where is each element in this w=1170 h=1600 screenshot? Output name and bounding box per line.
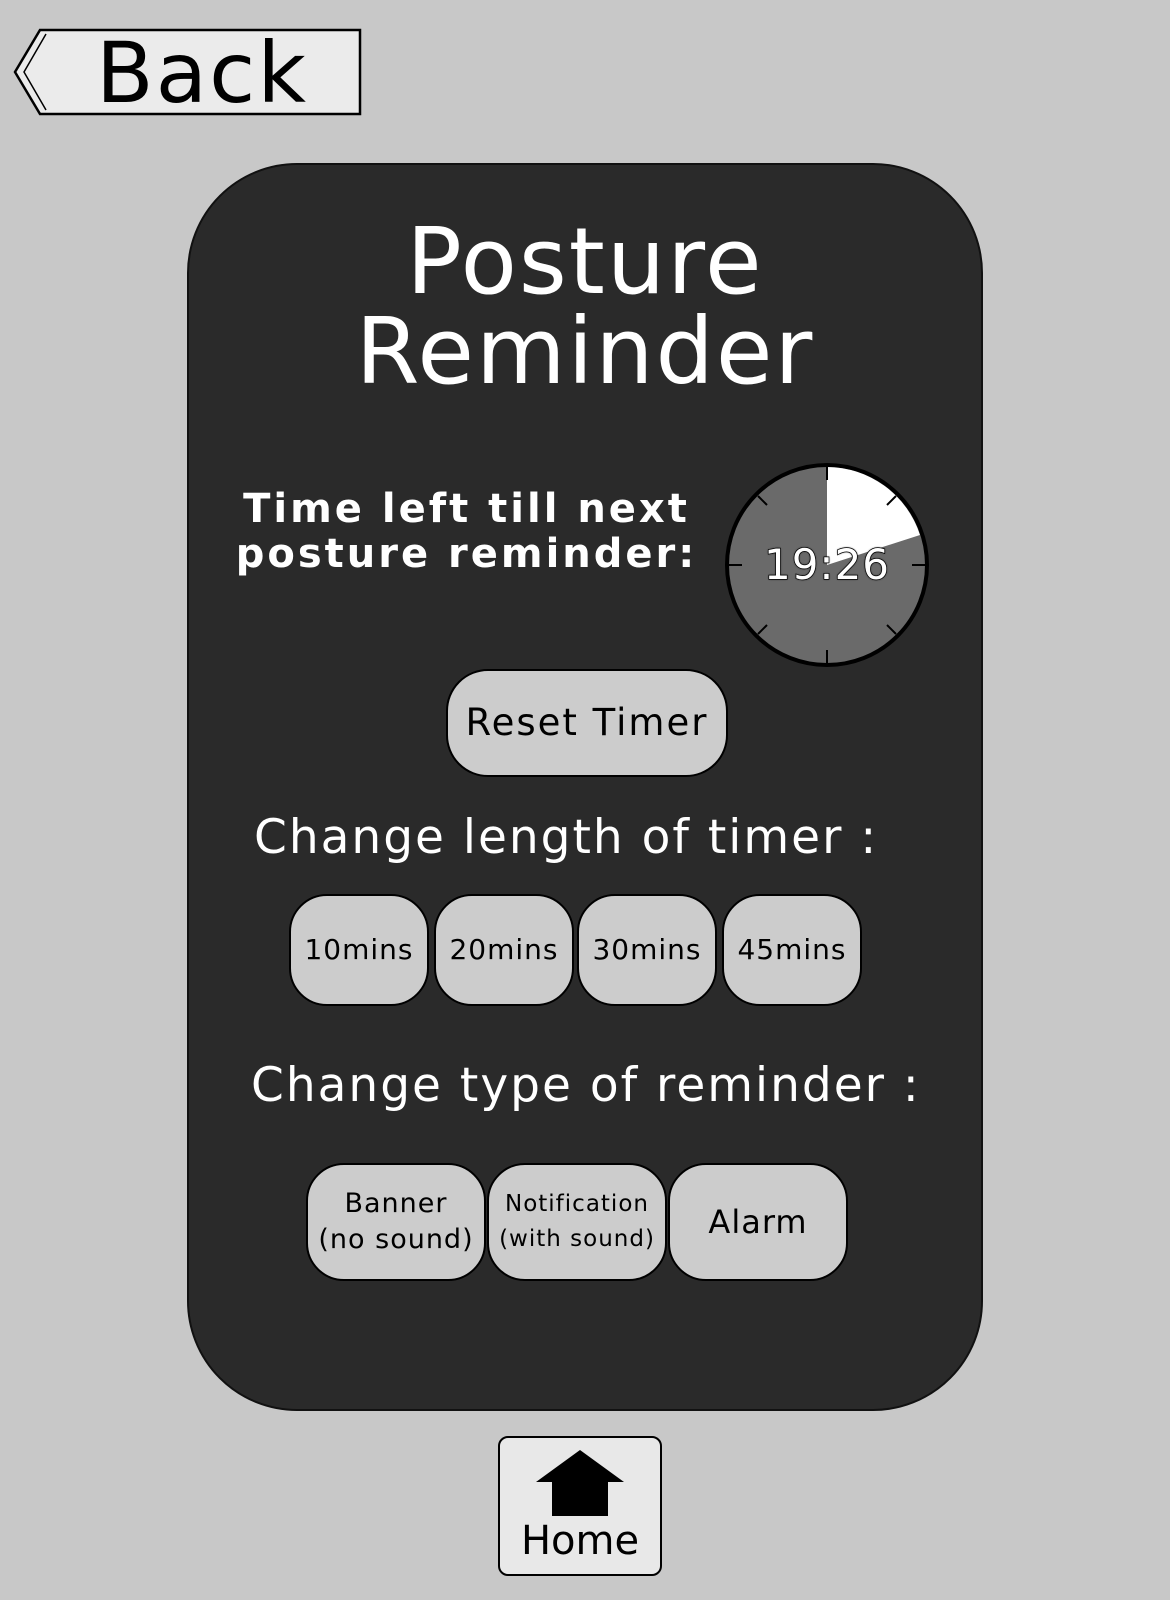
reset-timer-button[interactable]: Reset Timer xyxy=(446,669,728,777)
notification-sublabel: (with sound) xyxy=(499,1226,655,1252)
countdown-clock: 19:26 xyxy=(722,460,932,670)
back-button-label: Back xyxy=(96,24,308,122)
home-icon xyxy=(536,1450,624,1516)
timer-length-20-button[interactable]: 20mins xyxy=(434,894,574,1006)
reminder-type-alarm-button[interactable]: Alarm xyxy=(668,1163,848,1281)
time-left-label-line2: posture reminder: xyxy=(235,531,698,577)
time-left-label-line1: Time left till next xyxy=(243,486,690,532)
timer-length-45-button[interactable]: 45mins xyxy=(722,894,862,1006)
timer-length-label: Change length of timer : xyxy=(254,810,879,865)
timer-length-30-button[interactable]: 30mins xyxy=(577,894,717,1006)
reminder-type-label: Change type of reminder : xyxy=(251,1058,921,1113)
time-left-label: Time left till next posture reminder: xyxy=(229,487,704,577)
alarm-label: Alarm xyxy=(708,1203,808,1241)
timer-display: 19:26 xyxy=(763,539,891,590)
reminder-type-notification-button[interactable]: Notification (with sound) xyxy=(487,1163,667,1281)
reminder-type-banner-button[interactable]: Banner (no sound) xyxy=(306,1163,486,1281)
posture-reminder-card: Posture Reminder Time left till next pos… xyxy=(187,163,983,1411)
back-button[interactable]: Back xyxy=(12,28,362,118)
home-button-label: Home xyxy=(520,1518,640,1564)
home-button[interactable]: Home xyxy=(498,1436,662,1576)
timer-length-10-button[interactable]: 10mins xyxy=(289,894,429,1006)
banner-sublabel: (no sound) xyxy=(318,1224,474,1255)
page-title-line1: Posture xyxy=(406,208,764,315)
banner-label: Banner xyxy=(344,1188,448,1219)
page-title-line2: Reminder xyxy=(355,298,815,405)
notification-label: Notification xyxy=(505,1191,649,1217)
